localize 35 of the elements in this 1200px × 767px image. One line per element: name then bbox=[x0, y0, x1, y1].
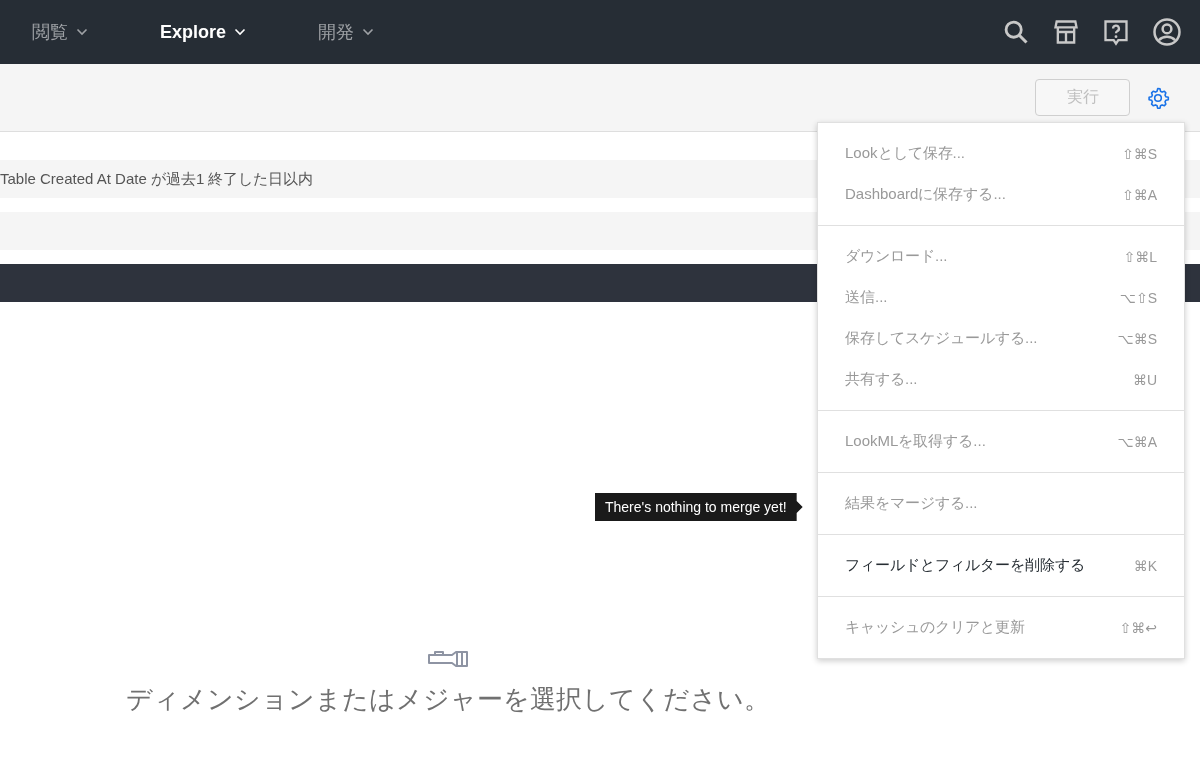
search-icon[interactable] bbox=[1002, 18, 1030, 46]
menu-item-label: フィールドとフィルターを削除する bbox=[845, 556, 1085, 575]
account-icon[interactable] bbox=[1152, 17, 1182, 47]
chevron-down-icon bbox=[234, 28, 247, 36]
chevron-down-icon bbox=[362, 28, 375, 36]
storefront-icon[interactable] bbox=[1052, 18, 1080, 46]
nav-menu[interactable]: Explore bbox=[146, 20, 261, 44]
keyboard-shortcut: ⇧⌘↩ bbox=[1119, 619, 1157, 636]
menu-item-label: キャッシュのクリアと更新 bbox=[845, 618, 1025, 637]
keyboard-shortcut: ⌘K bbox=[1133, 557, 1157, 574]
flashlight-icon bbox=[427, 650, 469, 668]
menu-item-label: 保存してスケジュールする... bbox=[845, 329, 1038, 348]
chevron-down-icon bbox=[76, 28, 88, 36]
menu-item-label: Dashboardに保存する... bbox=[845, 185, 1006, 204]
keyboard-shortcut: ⌥⌘S bbox=[1117, 330, 1157, 347]
menu-item-label: LookMLを取得する... bbox=[845, 432, 986, 451]
tooltip: There's nothing to merge yet! bbox=[595, 493, 803, 521]
menu-item-label: 結果をマージする... bbox=[845, 494, 978, 513]
keyboard-shortcut: ⌘U bbox=[1132, 371, 1157, 388]
help-icon[interactable] bbox=[1102, 18, 1130, 46]
nav-menu[interactable]: 開発 bbox=[304, 20, 389, 44]
menu-item[interactable]: フィールドとフィルターを削除する ⌘K bbox=[818, 545, 1184, 586]
empty-state-message: ディメンションまたはメジャーを選択してください。 bbox=[126, 683, 770, 716]
settings-icon[interactable] bbox=[1146, 85, 1170, 110]
keyboard-shortcut: ⇧⌘S bbox=[1121, 145, 1157, 162]
filter-text: Table Created At Date が過去1 終了した日以内 bbox=[0, 169, 314, 189]
keyboard-shortcut: ⌥⇧S bbox=[1119, 289, 1157, 306]
menu-item-label: 送信... bbox=[845, 288, 888, 307]
menu-item-label: ダウンロード... bbox=[845, 247, 948, 266]
menu-item-label: Lookとして保存... bbox=[845, 144, 966, 163]
keyboard-shortcut: ⇧⌘A bbox=[1121, 186, 1157, 203]
nav-menu[interactable]: 閲覧 bbox=[18, 20, 102, 44]
keyboard-shortcut: ⇧⌘L bbox=[1123, 248, 1157, 265]
menu-item-label: 共有する... bbox=[845, 370, 918, 389]
keyboard-shortcut: ⌥⌘A bbox=[1117, 433, 1157, 450]
